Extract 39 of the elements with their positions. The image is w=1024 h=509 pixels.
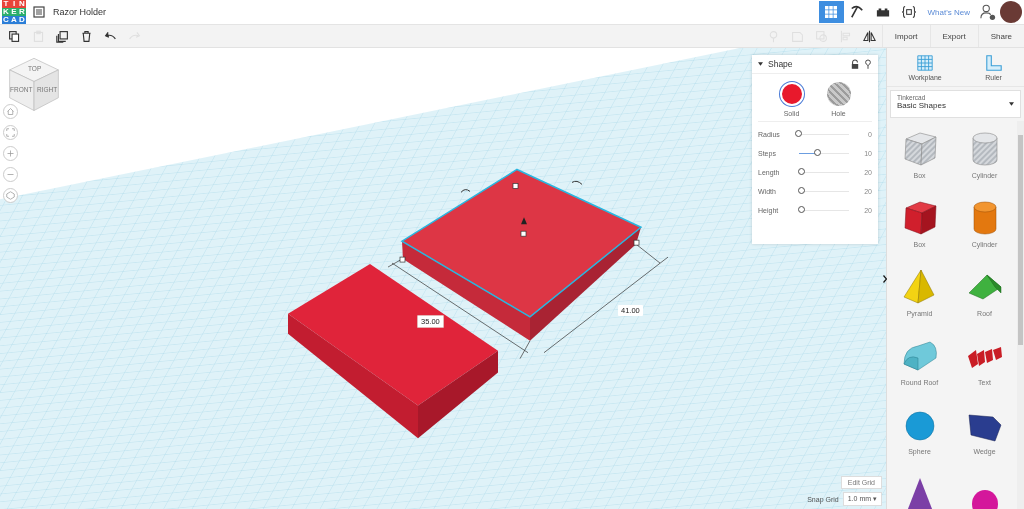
lift-handle-icon[interactable] xyxy=(521,217,527,225)
bulb-icon[interactable] xyxy=(864,59,872,69)
logo-letter: A xyxy=(10,16,18,24)
scrollbar[interactable] xyxy=(1017,121,1024,509)
logo-letter: R xyxy=(18,8,26,16)
caret-icon xyxy=(1009,102,1014,106)
caret-icon[interactable] xyxy=(758,62,763,66)
logo-letter: D xyxy=(18,16,26,24)
selected-box-shape[interactable] xyxy=(400,168,643,341)
workplane-grid-icon xyxy=(916,53,935,72)
chevron-right-icon[interactable] xyxy=(883,275,887,283)
whats-new-link[interactable]: What's New xyxy=(927,7,970,17)
logo-letter: T xyxy=(2,0,10,8)
zoom-in-icon xyxy=(6,149,15,158)
panel-title: Shape xyxy=(768,59,794,69)
resize-handle[interactable] xyxy=(520,230,527,237)
resize-handle[interactable] xyxy=(633,239,640,246)
document-title[interactable]: Razor Holder xyxy=(53,7,107,17)
home-icon xyxy=(6,107,15,116)
rotate-handle-icon[interactable] xyxy=(460,189,471,193)
avatar[interactable] xyxy=(1000,1,1022,23)
logo-letter: N xyxy=(18,0,26,8)
lock-icon[interactable] xyxy=(851,59,859,69)
tinkercad-logo[interactable]: T I N K E R C A D xyxy=(2,0,26,24)
logo-letter: K xyxy=(2,8,10,16)
rotate-handle-icon[interactable] xyxy=(571,180,583,185)
logo-letter: E xyxy=(10,8,18,16)
ruler-icon xyxy=(984,53,1003,72)
pickaxe-icon xyxy=(850,5,865,19)
fit-icon xyxy=(6,128,15,137)
list-icon[interactable] xyxy=(33,6,45,18)
perspective-icon xyxy=(6,191,15,200)
grid-icon xyxy=(824,5,839,19)
add-user-icon[interactable] xyxy=(980,4,996,20)
resize-handle[interactable] xyxy=(512,183,519,189)
logo-letter: C xyxy=(2,16,10,24)
logo-letter: I xyxy=(10,0,18,8)
box-shape[interactable] xyxy=(288,264,498,439)
code-braces-icon xyxy=(902,5,917,19)
